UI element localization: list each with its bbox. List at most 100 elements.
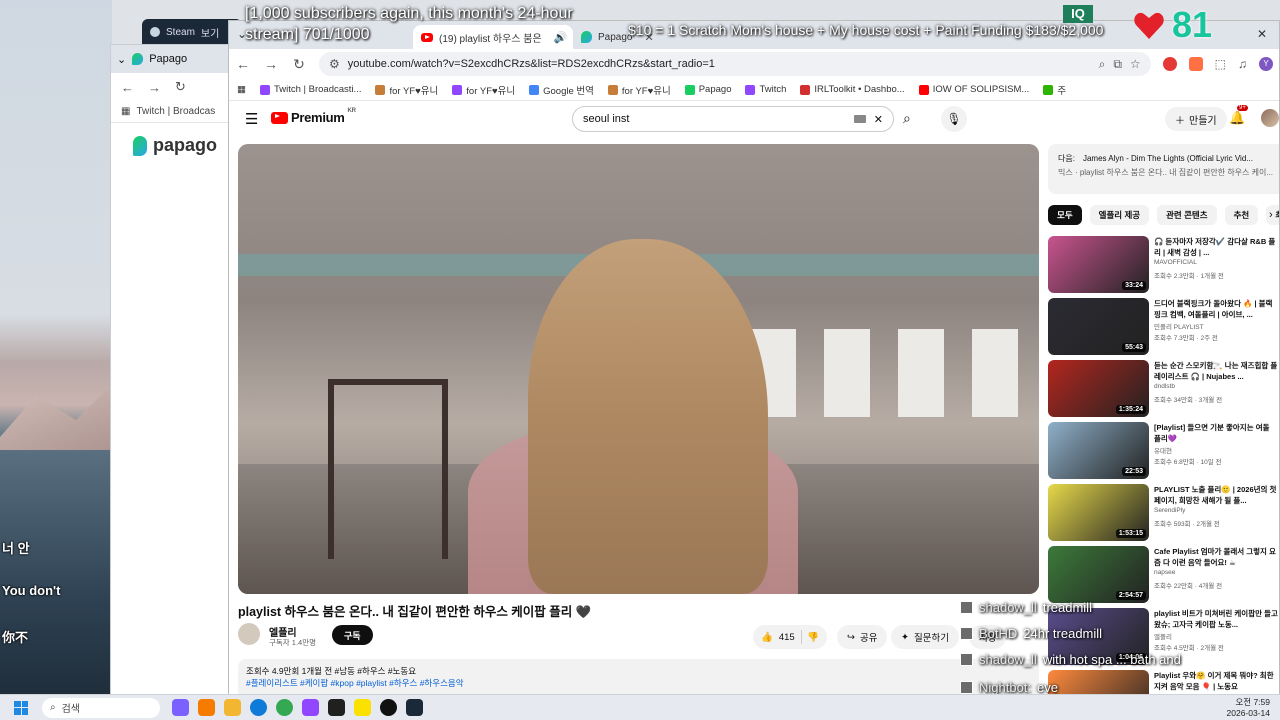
extension-red-icon[interactable] (1162, 57, 1177, 71)
recommendation-channel[interactable]: napsee (1154, 569, 1175, 576)
bookmark-item[interactable]: IRLToolkit • Dashbo... (800, 84, 905, 95)
bookmark-item[interactable]: for YF♥유니 (375, 83, 438, 97)
site-info-icon[interactable]: ⚙ (329, 57, 340, 71)
search-input[interactable]: seoul inst ✕ (572, 106, 894, 132)
recommendation-title[interactable]: [Playlist] 들으면 기분 좋아지는 여돌 플리💜 (1154, 422, 1278, 444)
recommendation-title[interactable]: 듣는 순간 스모키함🚬 나는 재즈힙합 플레이리스트 🎧 | Nujabes .… (1154, 360, 1278, 382)
chevron-down-icon[interactable]: ⌄ (117, 53, 126, 66)
recommendation-thumbnail[interactable]: 2:54:57 (1048, 546, 1149, 603)
bookmark-item[interactable]: Google 번역 (529, 83, 594, 97)
chrome-icon[interactable] (276, 699, 293, 716)
recommendation-thumbnail[interactable]: 1:35:24 (1048, 360, 1149, 417)
recommendation-item[interactable]: 33:24 🎧 듣자마자 저장각✔️ 감다살 R&B 플리 | 새벽 감성 | .… (1048, 236, 1278, 294)
forward-arrow-icon[interactable]: → (148, 80, 161, 95)
description-box[interactable]: 조회수 4.9만회 1개월 전 #남동 #하우스 #노동요 #플레이리스트 #케… (238, 659, 1039, 697)
subscribe-button[interactable]: 구독 (332, 625, 373, 645)
chip-related[interactable]: 관련 콘텐츠 (1157, 205, 1217, 225)
menu-icon[interactable]: ☰ (245, 110, 258, 128)
bookmark-twitch[interactable]: Twitch | Broadcas (136, 106, 215, 117)
recommendation-title[interactable]: playlist 비트가 미쳐버린 케이팝만 들고왔슈; 고자극 케이팝 노동.… (1154, 608, 1278, 630)
bookmark-item[interactable]: Papago (684, 84, 731, 95)
chevron-right-icon[interactable]: › (1269, 209, 1273, 221)
recommendation-title[interactable]: Cafe Playlist 엄마가 몰래서 그렇지 요즘 다 이런 음악 들어요… (1154, 546, 1278, 568)
recommendation-item[interactable]: 2:54:57 Cafe Playlist 엄마가 몰래서 그렇지 요즘 다 이런… (1048, 546, 1278, 604)
account-avatar[interactable] (1261, 109, 1279, 127)
recommendation-thumbnail[interactable]: 22:53 (1048, 422, 1149, 479)
recommendation-channel[interactable]: dndlstb (1154, 383, 1175, 390)
star-icon[interactable]: ☆ (1130, 57, 1141, 71)
search-app-icon[interactable] (198, 699, 215, 716)
taskbar-search[interactable]: ⌕ 검색 (42, 697, 160, 718)
bookmark-item[interactable]: Twitch | Broadcasti... (259, 84, 361, 95)
copilot-icon[interactable] (172, 699, 189, 716)
close-window-icon[interactable]: ✕ (1257, 27, 1267, 41)
up-next-panel[interactable]: 다음: James Alyn - Dim The Lights (Officia… (1048, 144, 1279, 194)
create-button[interactable]: ＋ 만들기 (1165, 107, 1227, 131)
recommendation-thumbnail[interactable]: 33:24 (1048, 236, 1149, 293)
zoom-icon[interactable]: ⌕ (1099, 57, 1106, 72)
reload-icon[interactable]: ↻ (175, 79, 186, 95)
reload-icon[interactable]: ↻ (291, 56, 307, 73)
dislike-icon[interactable]: 👎 (807, 632, 819, 643)
recommendation-channel[interactable]: 민플리 PLAYLIST (1154, 321, 1204, 331)
forward-arrow-icon[interactable]: → (263, 56, 279, 72)
recommendation-title[interactable]: 드디어 블랙핑크가 돌아왔다 🔥 | 블랙핑크 컴백, 여돌플리 | 아이브, … (1154, 298, 1278, 320)
recommendation-title[interactable]: Playlist 우와🤗 이거 제목 뭐야? 최한지켜 음악 모음 🎈 | 노동… (1154, 670, 1278, 692)
extensions-puzzle-icon[interactable]: ⬚ (1215, 57, 1226, 71)
clear-search-icon[interactable]: ✕ (874, 113, 883, 126)
recommendation-item[interactable]: 22:53 [Playlist] 들으면 기분 좋아지는 여돌 플리💜 유대현 조회수… (1048, 422, 1278, 480)
share-button[interactable]: ↪ 공유 (837, 625, 888, 649)
address-bar[interactable]: ⚙ youtube.com/watch?v=S2excdhCRzs&list=R… (319, 52, 1151, 76)
steam-icon[interactable] (406, 699, 423, 716)
back-arrow-icon[interactable]: ← (121, 80, 134, 95)
microphone-icon[interactable]: 🎙 (941, 106, 967, 132)
steam-window-tab[interactable]: Steam 보기 (142, 19, 242, 45)
search-query[interactable]: seoul inst (583, 113, 854, 125)
notifications-bell-icon[interactable]: 🔔 (1229, 110, 1245, 126)
papago-tab-label[interactable]: Papago (149, 53, 187, 65)
bookmark-item[interactable]: for YF♥유니 (452, 83, 515, 97)
cast-icon[interactable]: ⧉ (1113, 57, 1122, 72)
youtube-logo[interactable]: Premium KR (271, 108, 356, 125)
recommendation-thumbnail[interactable]: 55:43 (1048, 298, 1149, 355)
like-icon[interactable]: 👍 (761, 632, 773, 643)
back-arrow-icon[interactable]: ← (235, 56, 251, 72)
like-count[interactable]: 415 (779, 632, 795, 643)
chip-all[interactable]: 모두 (1048, 205, 1082, 225)
bookmark-item[interactable]: for YF♥유니 (607, 83, 671, 97)
extension-orange-icon[interactable] (1188, 57, 1203, 71)
app-icon[interactable] (380, 699, 397, 716)
keyboard-icon[interactable] (853, 115, 866, 123)
recommendation-item[interactable]: 1:53:15 PLAYLIST 노출 플리🙂 | 2026년의 첫 페이지, 희… (1048, 484, 1278, 542)
recommendation-item[interactable]: 55:43 드디어 블랙핑크가 돌아왔다 🔥 | 블랙핑크 컴백, 여돌플리 | … (1048, 298, 1278, 356)
recommendation-channel[interactable]: SerendiPly (1154, 507, 1185, 514)
apps-grid-icon[interactable]: ▦ (237, 84, 246, 95)
windows-start-icon[interactable] (14, 700, 28, 715)
recommendation-channel[interactable]: MAVOFFICIAL (1154, 259, 1197, 266)
recommendation-title[interactable]: 🎧 듣자마자 저장각✔️ 감다살 R&B 플리 | 새벽 감성 | ... (1154, 236, 1278, 258)
bookmark-item[interactable]: 주 (1043, 83, 1066, 97)
system-clock[interactable]: 오전 7:59 2026-03-14 (1227, 697, 1270, 719)
kakaotalk-icon[interactable] (354, 699, 371, 716)
recommendation-channel[interactable]: 유대현 (1154, 445, 1172, 455)
twitch-icon[interactable] (302, 699, 319, 716)
ask-button[interactable]: ✦ 질문하기 (891, 625, 959, 649)
search-icon[interactable]: ⌕ (903, 110, 911, 127)
recommendation-thumbnail[interactable]: 1:53:15 (1048, 484, 1149, 541)
description-hashtags[interactable]: #플레이리스트 #케이팝 #kpop #playlist #하우스 #하우스음악 (246, 677, 1031, 689)
file-explorer-icon[interactable] (224, 699, 241, 716)
address-url[interactable]: youtube.com/watch?v=S2excdhCRzs&list=RDS… (348, 58, 1091, 70)
edge-icon[interactable] (250, 699, 267, 716)
profile-avatar[interactable]: Y (1259, 57, 1273, 71)
bookmark-item[interactable]: IOW OF SOLIPSISM... (918, 84, 1029, 95)
video-player[interactable] (238, 144, 1039, 594)
chip-recommended[interactable]: 추천 (1224, 205, 1259, 225)
channel-avatar[interactable] (238, 623, 260, 645)
obs-icon[interactable] (328, 699, 345, 716)
recommendation-item[interactable]: 1:35:24 듣는 순간 스모키함🚬 나는 재즈힙합 플레이리스트 🎧 | Nu… (1048, 360, 1278, 418)
recommendation-title[interactable]: PLAYLIST 노출 플리🙂 | 2026년의 첫 페이지, 희망찬 새해가 … (1154, 484, 1278, 506)
media-icon[interactable]: ♫ (1238, 57, 1247, 71)
bookmark-item[interactable]: Twitch (745, 84, 786, 95)
chip-channel[interactable]: 엘플리 제공 (1089, 205, 1150, 225)
apps-grid-icon[interactable]: ▦ (121, 106, 130, 117)
